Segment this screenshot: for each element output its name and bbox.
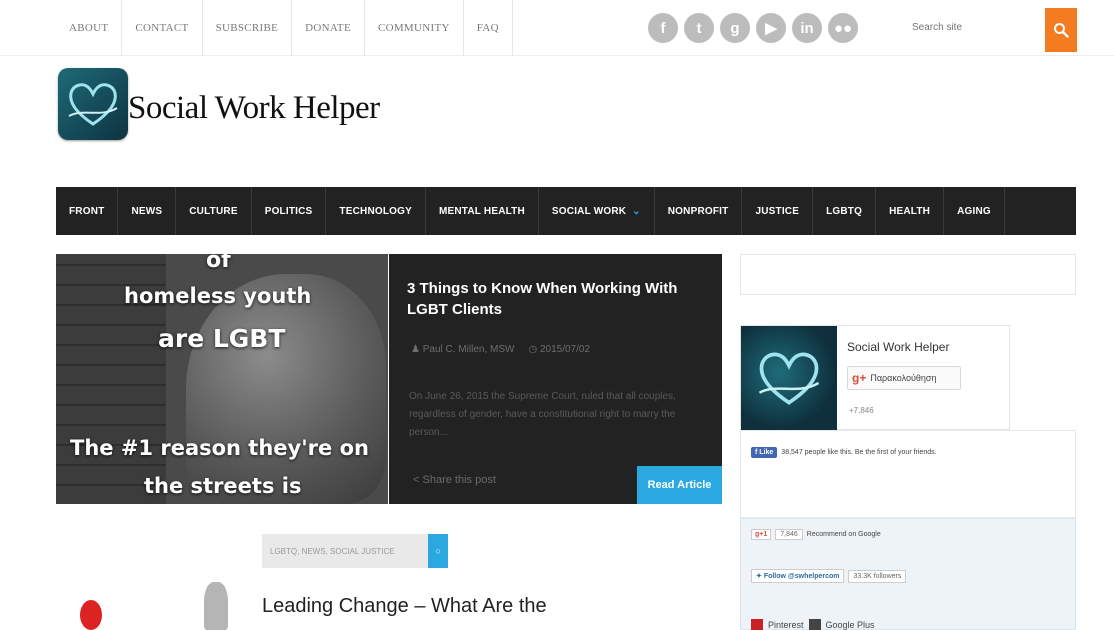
flickr-icon[interactable]: ●● xyxy=(828,13,858,43)
nav-item-mental-health[interactable]: MENTAL HEALTH xyxy=(426,187,539,235)
site-logo[interactable] xyxy=(58,68,128,140)
article-title[interactable]: Leading Change – What Are the xyxy=(262,593,622,619)
google-plus-card: Social Work Helper g+ Παρακολούθηση +7,84… xyxy=(740,325,1010,430)
google-recommend-text: Recommend on Google xyxy=(806,531,881,538)
user-icon: ♟ xyxy=(411,344,420,355)
twitter-follow-button[interactable]: ✦ Follow @swhelpercom xyxy=(751,569,845,583)
article-categories: LGBTQ, NEWS, SOCIAL JUSTICE ○ xyxy=(262,534,448,568)
featured-author[interactable]: ♟ Paul C. Millen, MSW xyxy=(411,344,514,355)
nav-item-front[interactable]: FRONT xyxy=(56,187,119,235)
nav-item-social-work-label: SOCIAL WORK xyxy=(551,205,627,217)
google-plus-icon: g+ xyxy=(852,371,867,385)
nav-item-technology[interactable]: TECHNOLOGY xyxy=(326,187,426,235)
twitter-bird-icon: ✦ xyxy=(756,573,764,580)
grey-figure-graphic xyxy=(204,582,228,630)
nav-item-lgbtq[interactable]: LGBTQ xyxy=(813,187,877,235)
featured-image[interactable]: of homeless youth are LGBT The #1 reason… xyxy=(56,254,388,504)
heart-logo-icon xyxy=(68,83,118,126)
top-link-contact[interactable]: CONTACT xyxy=(122,0,203,56)
featured-date: ◷ 2015/07/02 xyxy=(528,344,590,355)
pinterest-link[interactable]: Pinterest xyxy=(768,620,804,630)
google-plus-follow-button[interactable]: g+ Παρακολούθηση xyxy=(847,366,961,390)
google-plus-link[interactable]: Google Plus xyxy=(826,620,875,630)
search-icon xyxy=(1054,23,1069,38)
nav-item-aging[interactable]: AGING xyxy=(944,187,1005,235)
nav-item-health[interactable]: HEALTH xyxy=(876,187,945,235)
nav-item-justice[interactable]: JUSTICE xyxy=(742,187,814,235)
facebook-like-label: Like xyxy=(759,449,774,456)
featured-date-text: 2015/07/02 xyxy=(539,344,591,355)
red-figure-graphic xyxy=(80,600,102,630)
google-plus-follow-label: Παρακολούθηση xyxy=(870,373,937,383)
share-post-link[interactable]: < Share this post xyxy=(413,474,496,486)
google-plus-square-icon xyxy=(808,619,821,630)
featured-excerpt: On June 26, 2015 the Supreme Court, rule… xyxy=(409,391,676,438)
google-plus-one-button[interactable]: g+1 xyxy=(751,529,772,540)
social-icons: f t g ▶ in ●● xyxy=(648,13,858,43)
google-recommend-row: g+1 7,846 Recommend on Google xyxy=(751,529,881,540)
search-button[interactable] xyxy=(1045,8,1077,52)
linkedin-icon[interactable]: in xyxy=(792,13,822,43)
top-link-subscribe[interactable]: SUBSCRIBE xyxy=(203,0,293,56)
share-icon: < xyxy=(413,474,420,486)
google-plus-follower-count: +7,846 xyxy=(849,406,874,415)
heart-logo-icon xyxy=(758,352,820,405)
nav-item-news[interactable]: NEWS xyxy=(118,187,177,235)
nav-item-politics[interactable]: POLITICS xyxy=(252,187,327,235)
top-bar: ABOUT CONTACT SUBSCRIBE DONATE COMMUNITY… xyxy=(0,0,1114,56)
featured-image-text-1: of xyxy=(206,254,231,273)
featured-image-text-5: the streets is xyxy=(144,474,302,498)
social-links-row: Pinterest Google Plus xyxy=(751,619,875,630)
twitter-icon[interactable]: t xyxy=(684,13,714,43)
google-plus-icon[interactable]: g xyxy=(720,13,750,43)
nav-item-nonprofit[interactable]: NONPROFIT xyxy=(655,187,743,235)
tag-icon: ○ xyxy=(435,546,441,556)
chevron-down-icon: ⌄ xyxy=(632,205,641,217)
nav-item-social-work[interactable]: SOCIAL WORK ⌄ xyxy=(539,187,655,235)
twitter-follow-label: Follow @swhelpercom xyxy=(763,573,840,580)
facebook-like-box: f Like 38,547 people like this. Be the f… xyxy=(740,430,1076,518)
category-tag-button[interactable]: ○ xyxy=(428,534,448,568)
twitter-follower-count: 33.3K followers xyxy=(848,569,907,583)
top-link-faq[interactable]: FAQ xyxy=(464,0,513,56)
google-plus-one-count: 7,846 xyxy=(775,529,803,540)
hugging-figures-graphic xyxy=(186,274,386,504)
facebook-like-row: f Like 38,547 people like this. Be the f… xyxy=(751,447,937,458)
google-plus-avatar[interactable] xyxy=(741,326,837,430)
facebook-icon[interactable]: f xyxy=(648,13,678,43)
article-thumbnail[interactable] xyxy=(56,530,246,630)
pinterest-icon xyxy=(751,619,763,630)
featured-image-text-3: are LGBT xyxy=(158,324,286,353)
top-links: ABOUT CONTACT SUBSCRIBE DONATE COMMUNITY… xyxy=(56,0,513,56)
top-link-about[interactable]: ABOUT xyxy=(56,0,123,56)
clock-icon: ◷ xyxy=(528,344,538,355)
twitter-follow-row: ✦ Follow @swhelpercom 33.3K followers xyxy=(751,569,907,583)
featured-image-text-2: homeless youth xyxy=(124,284,312,308)
featured-image-text-4: The #1 reason they're on xyxy=(70,436,369,460)
facebook-like-text: 38,547 people like this. Be the first of… xyxy=(781,449,937,456)
search-input[interactable] xyxy=(904,10,1044,44)
featured-title[interactable]: 3 Things to Know When Working With LGBT … xyxy=(407,278,707,320)
social-follow-box: g+1 7,846 Recommend on Google ✦ Follow @… xyxy=(740,518,1076,630)
facebook-like-button[interactable]: f Like xyxy=(751,447,778,458)
top-link-community[interactable]: COMMUNITY xyxy=(365,0,464,56)
youtube-icon[interactable]: ▶ xyxy=(756,13,786,43)
site-title[interactable]: Social Work Helper xyxy=(128,90,380,127)
share-label: Share this post xyxy=(422,474,496,486)
nav-item-culture[interactable]: CULTURE xyxy=(176,187,252,235)
featured-panel: 3 Things to Know When Working With LGBT … xyxy=(389,254,722,504)
featured-author-name: Paul C. Millen, MSW xyxy=(422,344,515,355)
sidebar-ad-slot xyxy=(740,254,1076,295)
featured-meta: ♟ Paul C. Millen, MSW ◷ 2015/07/02 xyxy=(411,344,590,355)
google-plus-page-name[interactable]: Social Work Helper xyxy=(847,340,949,354)
main-nav: FRONT NEWS CULTURE POLITICS TECHNOLOGY M… xyxy=(56,187,1076,235)
read-article-button[interactable]: Read Article xyxy=(637,466,722,504)
category-tags[interactable]: LGBTQ, NEWS, SOCIAL JUSTICE xyxy=(262,534,428,568)
top-link-donate[interactable]: DONATE xyxy=(292,0,365,56)
